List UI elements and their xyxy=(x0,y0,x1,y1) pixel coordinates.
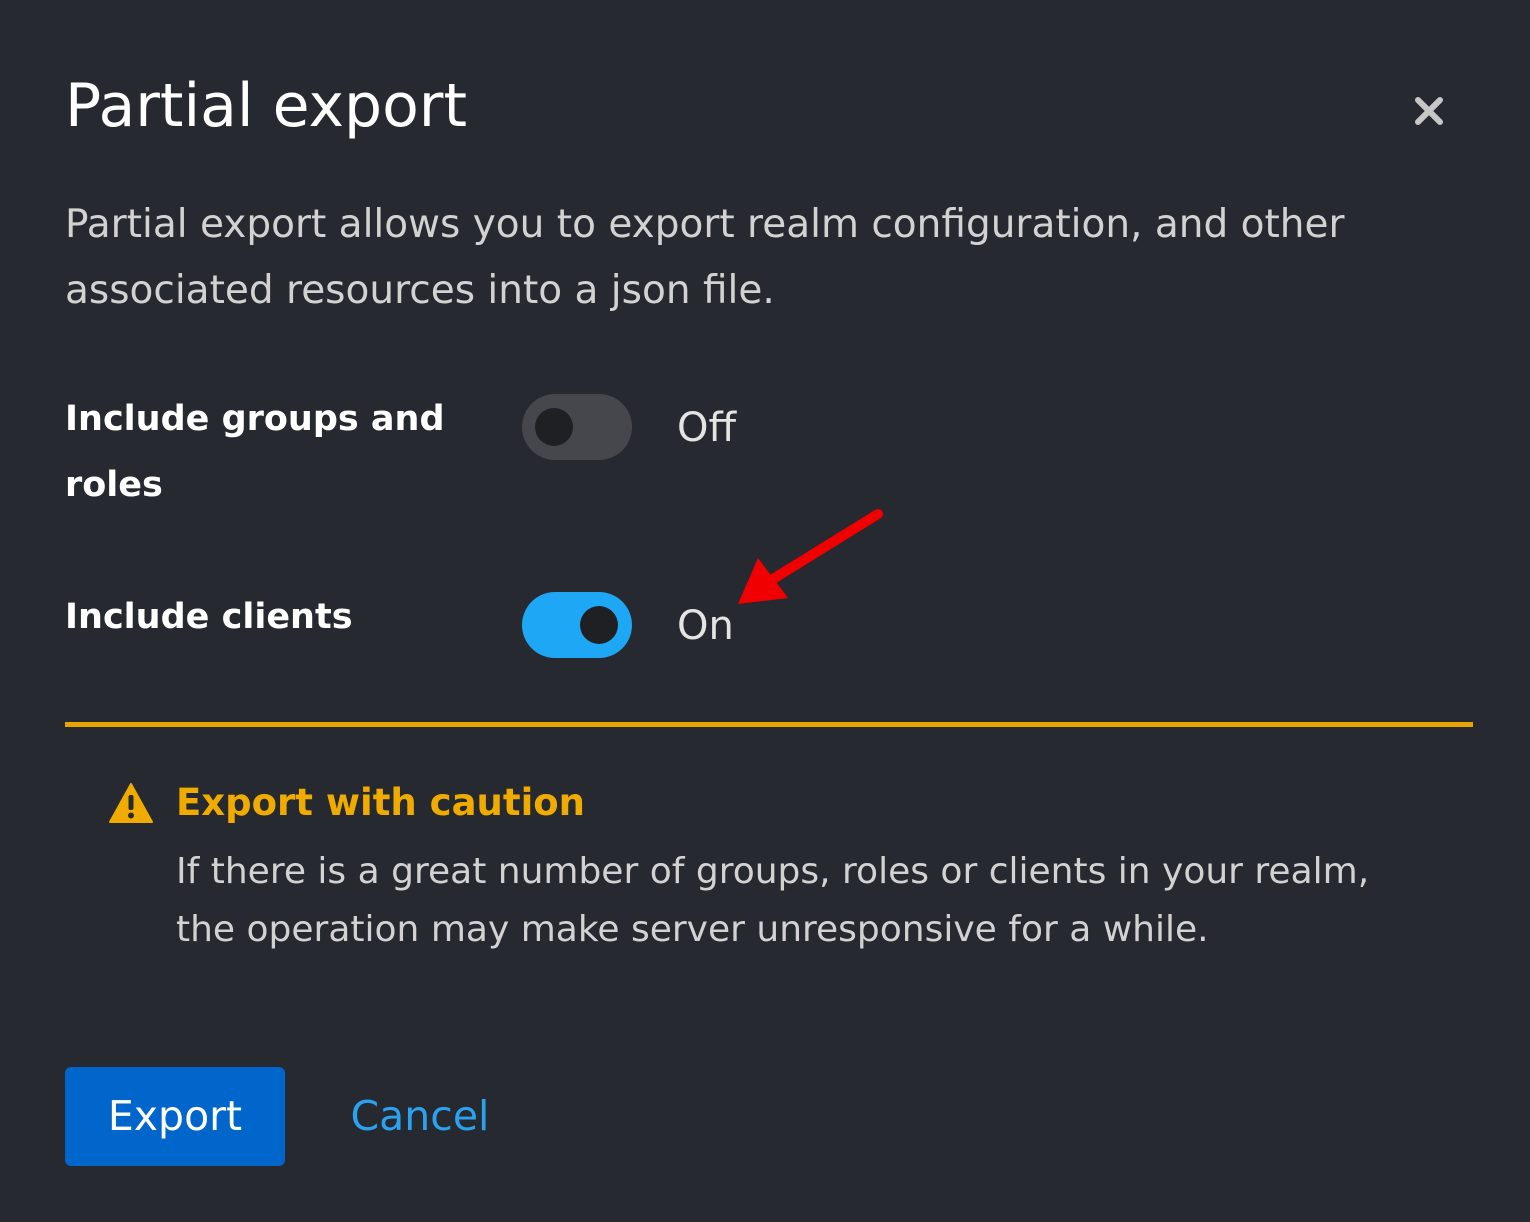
switch-knob xyxy=(535,408,573,446)
partial-export-modal: Partial export Partial export allows you… xyxy=(0,0,1530,1222)
modal-title: Partial export xyxy=(65,71,467,141)
export-button[interactable]: Export xyxy=(65,1067,285,1166)
include-groups-roles-label: Include groups and roles xyxy=(65,399,445,505)
red-arrow-icon xyxy=(738,509,883,604)
close-button[interactable] xyxy=(1402,84,1456,138)
include-clients-switch[interactable] xyxy=(522,592,632,658)
alert-title: Export with caution xyxy=(176,781,586,824)
caution-alert: Export with caution If there is a great … xyxy=(65,722,1473,982)
include-groups-roles-state: Off xyxy=(677,405,737,451)
include-clients-label: Include clients xyxy=(65,597,353,637)
cancel-button[interactable]: Cancel xyxy=(340,1067,500,1166)
warning-triangle-icon xyxy=(109,783,153,823)
switch-knob xyxy=(580,606,618,644)
include-groups-roles-switch[interactable] xyxy=(522,394,632,460)
modal-description: Partial export allows you to export real… xyxy=(65,202,1345,313)
alert-body: If there is a great number of groups, ro… xyxy=(176,851,1370,950)
close-icon xyxy=(1415,97,1443,125)
